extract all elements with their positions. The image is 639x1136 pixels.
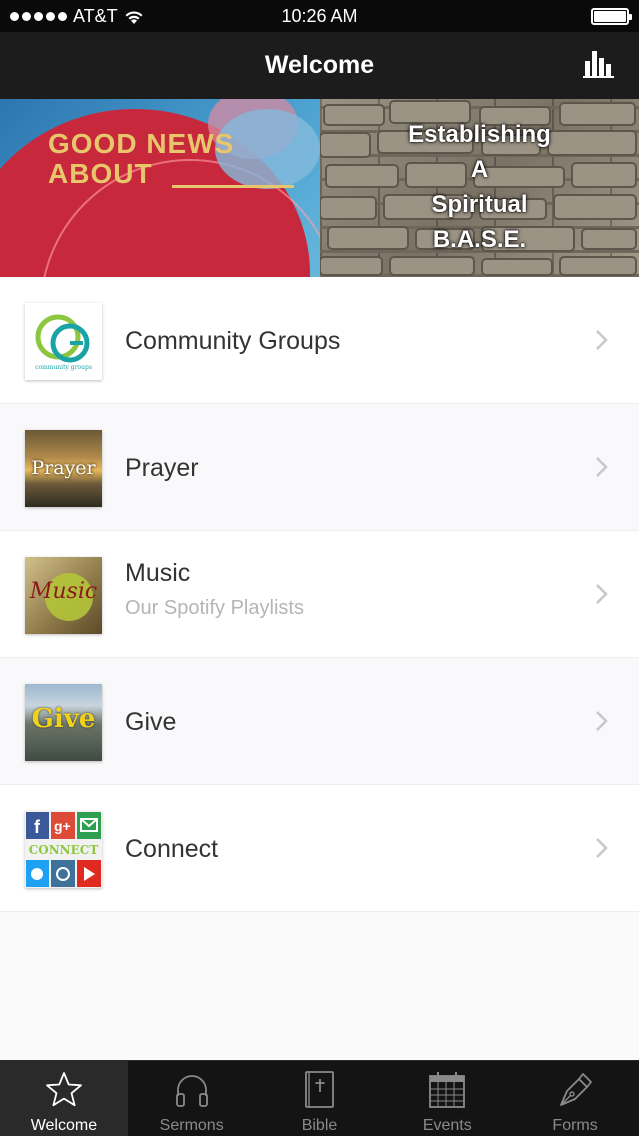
status-bar: AT&T 10:26 AM: [0, 0, 639, 32]
list-item-give[interactable]: Give Give: [0, 658, 639, 785]
list-item-title: Prayer: [125, 454, 199, 482]
tab-welcome[interactable]: Welcome: [0, 1061, 128, 1136]
tab-label: Events: [422, 1117, 472, 1134]
prayer-thumbnail: Prayer: [25, 430, 102, 507]
connect-thumbnail: f g+ CONNECT: [25, 811, 102, 888]
good-news-text: GOOD NEWS ABOUT: [48, 128, 235, 189]
list-item-music[interactable]: Music Music Our Spotify Playlists: [0, 531, 639, 658]
tab-label: Bible: [301, 1117, 338, 1134]
chevron-right-icon: [596, 584, 608, 604]
bar-chart-icon[interactable]: [583, 49, 615, 79]
star-icon: [45, 1072, 82, 1107]
headphones-icon: [175, 1075, 208, 1107]
chevron-right-icon: [596, 838, 608, 858]
bible-icon: [305, 1071, 335, 1108]
list-item-title: Connect: [125, 835, 219, 863]
menu-list: community groups Community Groups Prayer…: [0, 277, 639, 912]
tab-sermons[interactable]: Sermons: [128, 1061, 256, 1136]
tab-forms[interactable]: Forms: [511, 1061, 639, 1136]
navigation-bar: Welcome: [0, 32, 639, 99]
tab-label: Forms: [552, 1117, 598, 1134]
community-groups-thumbnail: community groups: [25, 303, 102, 380]
tab-events[interactable]: Events: [383, 1061, 511, 1136]
list-item-subtitle: Our Spotify Playlists: [125, 597, 304, 619]
list-item-connect[interactable]: f g+ CONNECT Connect: [0, 785, 639, 912]
establishing-base-text: Establishing A Spiritual B.A.S.E.: [408, 121, 551, 253]
list-item-community-groups[interactable]: community groups Community Groups: [0, 277, 639, 404]
tab-bar: Welcome Sermons Bible Events Forms: [0, 1060, 639, 1136]
chevron-right-icon: [596, 330, 608, 350]
list-item-title: Give: [125, 708, 177, 736]
banner[interactable]: GOOD NEWS ABOUT Establishing A Spiritual…: [0, 99, 639, 277]
list-item-title: Music: [125, 559, 191, 587]
battery-icon: [591, 8, 632, 25]
chevron-right-icon: [596, 711, 608, 731]
status-time: 10:26 AM: [281, 6, 358, 26]
svg-text:f: f: [34, 817, 41, 837]
pen-nib-icon: [560, 1073, 592, 1106]
give-thumbnail: Give: [25, 684, 102, 761]
chevron-right-icon: [596, 457, 608, 477]
music-thumbnail: Music: [25, 557, 102, 634]
tab-label: Welcome: [30, 1117, 98, 1134]
svg-text:g+: g+: [54, 818, 71, 834]
calendar-icon: [429, 1072, 466, 1108]
tab-bible[interactable]: Bible: [256, 1061, 384, 1136]
tab-label: Sermons: [159, 1117, 224, 1134]
good-news-banner[interactable]: GOOD NEWS ABOUT: [0, 99, 320, 277]
list-item-prayer[interactable]: Prayer Prayer: [0, 404, 639, 531]
list-item-title: Community Groups: [125, 327, 341, 355]
page-title: Welcome: [264, 51, 375, 79]
